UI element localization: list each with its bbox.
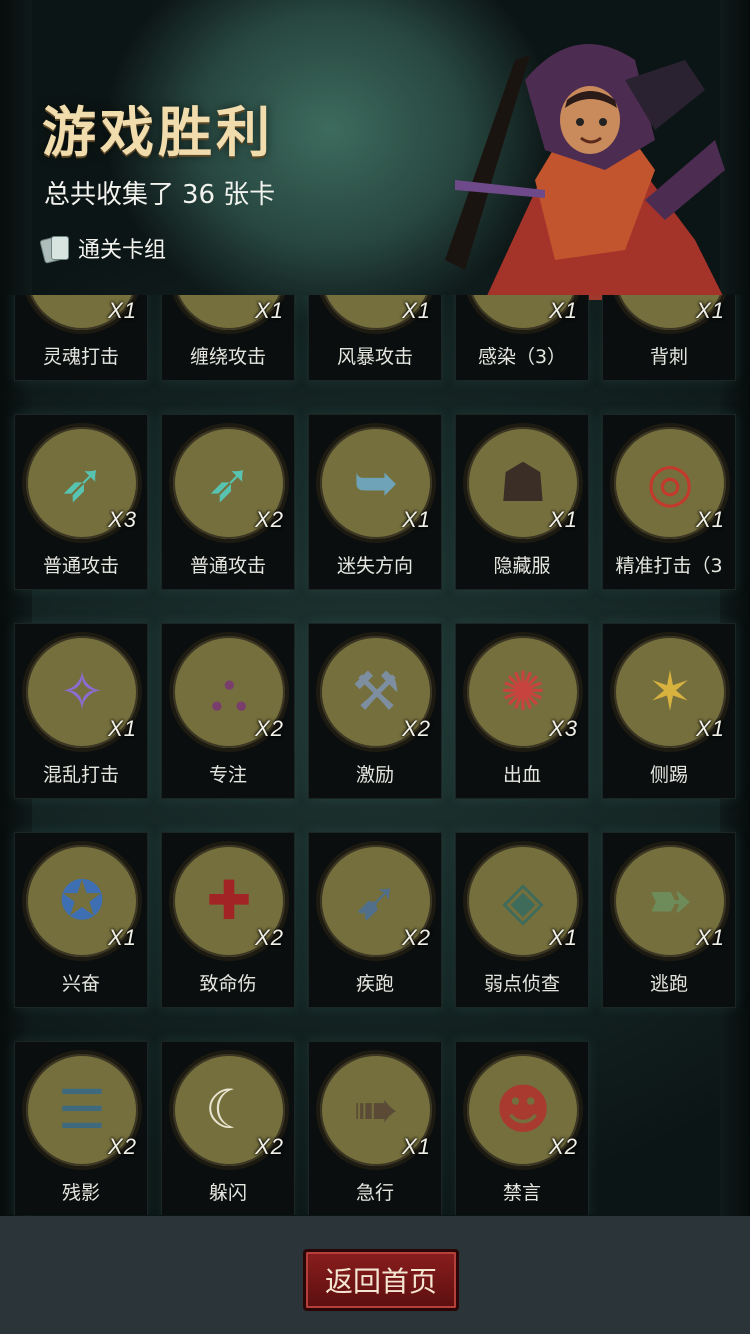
summary-suffix: 张卡 bbox=[223, 180, 276, 210]
card-item[interactable]: ✪ X1 兴奋 bbox=[14, 832, 148, 1008]
card-item[interactable]: ➶ X3 普通攻击 bbox=[14, 414, 148, 590]
card-name: 急行 bbox=[355, 1182, 394, 1204]
collected-summary: 总共收集了 36 张卡 bbox=[44, 174, 275, 211]
card-item[interactable]: ⛬ X2 专注 bbox=[161, 623, 295, 799]
hooded-archer-character bbox=[445, 44, 725, 300]
card-quantity: X2 bbox=[549, 1134, 578, 1159]
card-name: 侧踢 bbox=[649, 764, 688, 786]
card-name: 逃跑 bbox=[649, 973, 688, 995]
card-quantity: X2 bbox=[255, 1134, 284, 1159]
card-name: 普通攻击 bbox=[189, 555, 266, 577]
card-item[interactable]: ✺ X3 出血 bbox=[455, 623, 589, 799]
card-quantity: X2 bbox=[255, 925, 284, 950]
card-item[interactable]: ✦X1背刺 bbox=[602, 295, 736, 381]
card-quantity: X1 bbox=[696, 298, 725, 323]
card-item[interactable]: ➽ X1 逃跑 bbox=[602, 832, 736, 1008]
card-name: 普通攻击 bbox=[42, 555, 119, 577]
card-quantity: X1 bbox=[696, 925, 725, 950]
card-item[interactable]: ⚒ X2 激励 bbox=[308, 623, 442, 799]
victory-title: 游戏胜利 bbox=[42, 100, 274, 164]
card-item[interactable]: ❦X1缠绕攻击 bbox=[161, 295, 295, 381]
card-name: 专注 bbox=[208, 764, 247, 786]
card-item[interactable]: ✶ X1 侧踢 bbox=[602, 623, 736, 799]
clear-deck-label: 通关卡组 bbox=[78, 238, 167, 263]
card-quantity: X1 bbox=[402, 507, 431, 532]
card-name: 迷失方向 bbox=[336, 555, 413, 577]
card-quantity: X1 bbox=[402, 1134, 431, 1159]
card-item[interactable]: ➶ X2 普通攻击 bbox=[161, 414, 295, 590]
card-name: 出血 bbox=[502, 764, 541, 786]
card-quantity: X2 bbox=[402, 716, 431, 741]
card-quantity: X2 bbox=[108, 1134, 137, 1159]
victory-header: 游戏胜利 总共收集了 36 张卡 通关卡组 bbox=[0, 0, 750, 300]
card-quantity: X1 bbox=[549, 925, 578, 950]
card-name: 弱点侦查 bbox=[483, 973, 560, 995]
card-item[interactable]: ☻ X2 禁言 bbox=[455, 1041, 589, 1215]
card-name: 灵魂打击 bbox=[42, 346, 119, 368]
cards-icon bbox=[39, 233, 70, 264]
card-item[interactable]: ☾ X2 躲闪 bbox=[161, 1041, 295, 1215]
card-item[interactable]: ⚡X1风暴攻击 bbox=[308, 295, 442, 381]
card-name: 疾跑 bbox=[355, 973, 394, 995]
card-quantity: X1 bbox=[549, 507, 578, 532]
card-quantity: X1 bbox=[255, 298, 284, 323]
card-item[interactable]: ➠ X1 急行 bbox=[308, 1041, 442, 1215]
card-quantity: X1 bbox=[108, 716, 137, 741]
card-name: 禁言 bbox=[502, 1182, 541, 1204]
card-item[interactable]: ✧ X1 混乱打击 bbox=[14, 623, 148, 799]
card-item[interactable]: ✹X1感染（3） bbox=[455, 295, 589, 381]
card-name: 缠绕攻击 bbox=[189, 346, 266, 368]
card-item[interactable]: ❄X1灵魂打击 bbox=[14, 295, 148, 381]
card-quantity: X2 bbox=[255, 507, 284, 532]
card-collection[interactable]: ❄X1灵魂打击❦X1缠绕攻击⚡X1风暴攻击✹X1感染（3）✦X1背刺➶X3普通攻… bbox=[0, 295, 750, 1215]
card-item[interactable]: ◈ X1 弱点侦查 bbox=[455, 832, 589, 1008]
return-home-button[interactable]: 返回首页 bbox=[303, 1249, 459, 1311]
card-name: 风暴攻击 bbox=[336, 346, 413, 368]
card-name: 激励 bbox=[355, 764, 394, 786]
card-quantity: X3 bbox=[549, 716, 578, 741]
card-grid: ❄X1灵魂打击❦X1缠绕攻击⚡X1风暴攻击✹X1感染（3）✦X1背刺➶X3普通攻… bbox=[14, 295, 736, 1215]
card-quantity: X1 bbox=[696, 507, 725, 532]
card-item[interactable]: ☗ X1 隐藏服 bbox=[455, 414, 589, 590]
clear-deck-button[interactable]: 通关卡组 bbox=[39, 228, 167, 268]
card-name: 残影 bbox=[61, 1182, 100, 1204]
card-item[interactable]: ◎ X1 精准打击（3 bbox=[602, 414, 736, 590]
card-name: 躲闪 bbox=[208, 1182, 247, 1204]
card-name: 精准打击（3 bbox=[615, 555, 723, 577]
card-quantity: X2 bbox=[402, 925, 431, 950]
card-quantity: X1 bbox=[549, 298, 578, 323]
card-name: 兴奋 bbox=[61, 973, 100, 995]
card-item[interactable]: ➹ X2 疾跑 bbox=[308, 832, 442, 1008]
card-quantity: X2 bbox=[255, 716, 284, 741]
card-count: 36 bbox=[182, 180, 216, 210]
card-name: 致命伤 bbox=[199, 973, 257, 995]
card-item[interactable]: ✚ X2 致命伤 bbox=[161, 832, 295, 1008]
card-quantity: X1 bbox=[402, 298, 431, 323]
card-quantity: X1 bbox=[108, 925, 137, 950]
card-name: 感染（3） bbox=[477, 346, 567, 368]
card-quantity: X3 bbox=[108, 507, 137, 532]
card-quantity: X1 bbox=[696, 716, 725, 741]
card-name: 混乱打击 bbox=[42, 764, 119, 786]
card-name: 背刺 bbox=[649, 346, 688, 368]
summary-prefix: 总共收集了 bbox=[44, 180, 175, 210]
card-item[interactable]: ☰ X2 残影 bbox=[14, 1041, 148, 1215]
card-name: 隐藏服 bbox=[493, 555, 551, 577]
card-quantity: X1 bbox=[108, 298, 137, 323]
card-item[interactable]: ➥ X1 迷失方向 bbox=[308, 414, 442, 590]
